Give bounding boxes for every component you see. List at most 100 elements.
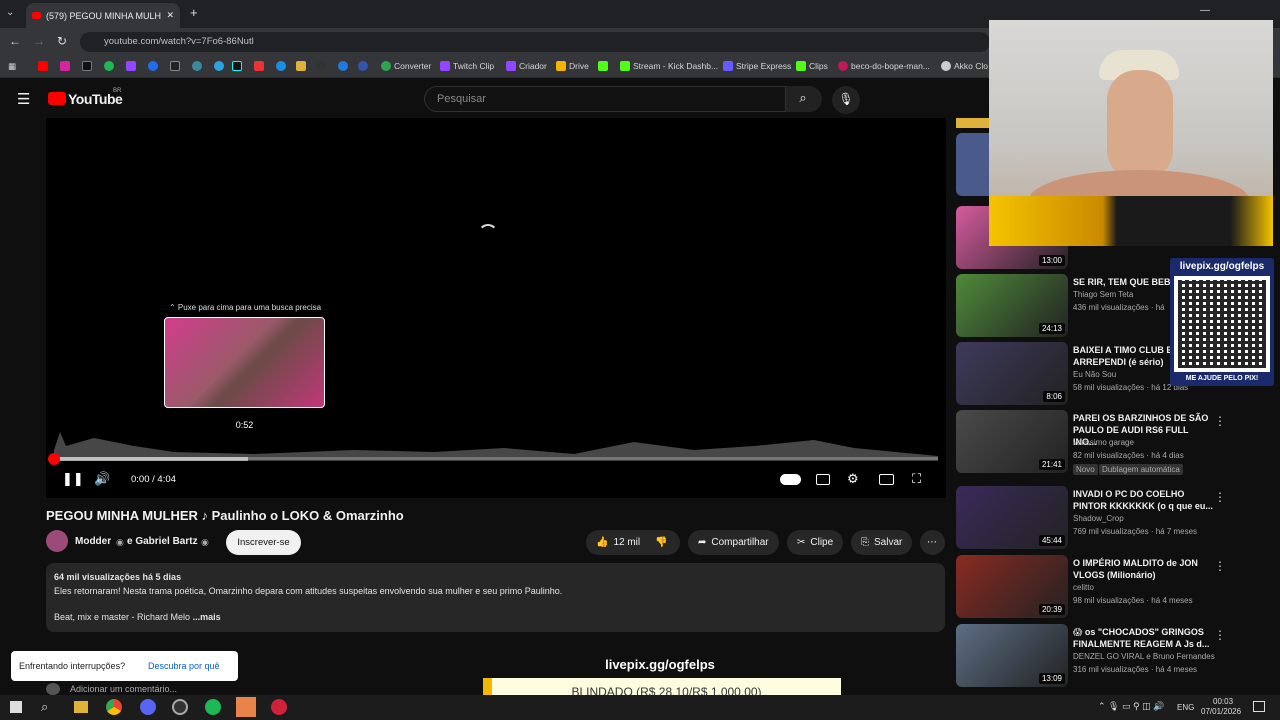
bookmark-stripe[interactable]: Stripe Express	[723, 61, 791, 71]
bookmark-icon-tiktok[interactable]	[232, 61, 242, 71]
more-options-icon[interactable]: ⋮	[1214, 490, 1226, 504]
obs-icon[interactable]	[172, 699, 188, 715]
theater-mode-icon[interactable]	[879, 474, 894, 485]
pause-button[interactable]: ❚❚	[62, 471, 84, 487]
sidebar-video-title[interactable]: INVADI O PC DO COELHO PINTOR KKKKKKK (o …	[1073, 488, 1213, 512]
sidebar-video-card[interactable]: 45:44 INVADI O PC DO COELHO PINTOR KKKKKK…	[956, 486, 1266, 550]
sidebar-thumbnail[interactable]: 13:09	[956, 624, 1068, 687]
sidebar-video-card[interactable]: 20:39 O IMPÉRIO MALDITO de JON VLOGS (Mil…	[956, 555, 1266, 619]
channel-avatar[interactable]	[46, 530, 68, 552]
minimize-icon[interactable]: —	[1200, 5, 1210, 16]
bookmark-kick-dashboard[interactable]: Stream - Kick Dashb...	[620, 61, 718, 71]
sidebar-channel[interactable]: DENZEL GO VIRAL e Bruno Fernandes	[1073, 652, 1215, 661]
sidebar-channel[interactable]: Eu Não Sou	[1073, 370, 1116, 379]
show-more-link[interactable]: ...mais	[193, 612, 221, 622]
volume-icon[interactable]: 🔊	[94, 471, 110, 487]
sidebar-channel[interactable]: Thiago Sem Teta	[1073, 290, 1133, 299]
search-input[interactable]: Pesquisar	[424, 86, 786, 112]
sidebar-channel[interactable]: celitto	[1073, 583, 1094, 592]
save-button[interactable]: ⎘ Salvar	[851, 530, 913, 555]
fullscreen-icon[interactable]: ⛶	[912, 471, 921, 487]
sidebar-partial-thumb-2[interactable]	[956, 133, 989, 196]
description-box[interactable]: 64 mil visualizações há 5 dias Eles reto…	[46, 563, 945, 632]
sidebar-thumbnail[interactable]: 21:41	[956, 410, 1068, 473]
url-field[interactable]: youtube.com/watch?v=7Fo6-86Nutl	[80, 32, 990, 52]
sidebar-video-card[interactable]: 21:41 PAREI OS BARZINHOS DE SÃO PAULO DE …	[956, 410, 1266, 475]
more-options-icon[interactable]: ⋮	[1214, 628, 1226, 642]
bookmark-icon-instagram[interactable]	[60, 61, 70, 71]
back-icon[interactable]: ←	[9, 34, 21, 48]
bookmark-icon-ea[interactable]	[316, 61, 326, 71]
language-indicator[interactable]: ENG	[1177, 703, 1194, 712]
bookmark-icon-twitch[interactable]	[126, 61, 136, 71]
sidebar-video-title[interactable]: O IMPÉRIO MALDITO de JON VLOGS (Milionár…	[1073, 557, 1213, 581]
bookmark-icon-spotify[interactable]	[104, 61, 114, 71]
sidebar-thumbnail[interactable]: 45:44	[956, 486, 1068, 549]
dislike-icon[interactable]: 👎	[655, 537, 667, 548]
clock-time[interactable]: 00:03	[1213, 697, 1233, 706]
sidebar-video-title[interactable]: 😱 os "CHOCADOS" GRINGOS FINALMENTE REAGE…	[1073, 626, 1213, 650]
more-options-icon[interactable]: ⋮	[1214, 414, 1226, 428]
bookmark-icon-telegram[interactable]	[214, 61, 224, 71]
app-icon-red[interactable]	[271, 699, 287, 715]
bookmark-icon-circle[interactable]	[358, 61, 368, 71]
sidebar-thumbnail[interactable]: 24:13	[956, 274, 1068, 337]
close-tab-icon[interactable]: ✕	[166, 10, 174, 21]
forward-icon[interactable]: →	[33, 34, 45, 48]
reload-icon[interactable]: ↻	[57, 34, 67, 48]
scrubber-handle[interactable]	[48, 453, 60, 465]
channel-name[interactable]: Modder	[75, 536, 111, 547]
bookmark-icon-red[interactable]	[254, 61, 264, 71]
sidebar-thumbnail[interactable]: 8:06	[956, 342, 1068, 405]
chrome-icon[interactable]	[106, 699, 122, 715]
settings-gear-icon[interactable]: ⚙	[847, 471, 859, 487]
new-tab-button[interactable]: +	[190, 5, 198, 20]
taskbar-search-icon[interactable]: ⌕	[41, 699, 48, 715]
sidebar-thumbnail[interactable]: 20:39	[956, 555, 1068, 618]
tray-icons[interactable]: ⌃ 🎙 ▭ ⚲ ◫ 🔊	[1098, 701, 1164, 712]
apps-icon[interactable]: ▦	[8, 61, 16, 72]
bookmark-drive[interactable]: Drive	[556, 61, 589, 71]
sidebar-channel[interactable]: verissimo garage	[1073, 438, 1134, 447]
bookmark-icon-folder[interactable]	[296, 61, 306, 71]
sidebar-partial-thumb[interactable]	[956, 118, 989, 128]
bookmark-kick-k[interactable]	[598, 61, 608, 71]
search-button[interactable]: ⌕	[784, 86, 822, 112]
tab-search-icon[interactable]: ⌄	[6, 7, 14, 18]
clip-button[interactable]: ✂ Clipe	[787, 530, 844, 555]
bookmark-icon-blue[interactable]	[148, 61, 158, 71]
bookmark-twitch-clip[interactable]: Twitch Clip	[440, 61, 494, 71]
bookmark-criador[interactable]: Criador	[506, 61, 547, 71]
more-actions-button[interactable]: ⋯	[920, 530, 945, 555]
clock-date[interactable]: 07/01/2026	[1201, 707, 1241, 716]
like-count[interactable]: 12 mil	[613, 537, 640, 548]
voice-search-button[interactable]: 🎙	[832, 86, 860, 114]
collab-name[interactable]: e Gabriel Bartz	[127, 536, 198, 547]
sidebar-channel[interactable]: Shadow_Crop	[1073, 514, 1124, 523]
subscribe-button[interactable]: Inscrever-se	[226, 530, 301, 555]
menu-icon[interactable]: ☰	[17, 90, 30, 108]
spotify-icon[interactable]	[205, 699, 221, 715]
sidebar-video-card[interactable]: 13:09 😱 os "CHOCADOS" GRINGOS FINALMENTE …	[956, 624, 1266, 688]
active-app-icon[interactable]	[236, 697, 256, 717]
bookmark-akko[interactable]: Akko Clo	[941, 61, 988, 71]
youtube-logo-icon[interactable]	[48, 92, 66, 105]
bookmark-icon-x[interactable]	[82, 61, 92, 71]
notifications-icon[interactable]	[1253, 701, 1265, 712]
bookmark-converter[interactable]: Converter	[381, 61, 431, 71]
autoplay-toggle[interactable]	[780, 474, 801, 485]
bookmark-icon-m[interactable]	[170, 61, 180, 71]
like-icon[interactable]: 👍	[596, 537, 608, 548]
windows-start-icon[interactable]	[10, 701, 22, 713]
comment-input[interactable]: Adicionar um comentário...	[70, 684, 177, 694]
bookmark-icon-globe[interactable]	[338, 61, 348, 71]
browser-tab[interactable]: (579) PEGOU MINHA MULHER ✕	[26, 3, 180, 28]
file-explorer-icon[interactable]	[74, 701, 88, 713]
bookmark-beco[interactable]: beco-do-bope-man...	[838, 61, 930, 71]
subtitles-icon[interactable]	[816, 474, 830, 485]
more-options-icon[interactable]: ⋮	[1214, 559, 1226, 573]
share-button[interactable]: ➦ Compartilhar	[688, 530, 779, 555]
bookmark-icon-cyan[interactable]	[276, 61, 286, 71]
bookmark-clips[interactable]: Clips	[796, 61, 828, 71]
toast-link[interactable]: Descubra por quê	[148, 661, 220, 671]
